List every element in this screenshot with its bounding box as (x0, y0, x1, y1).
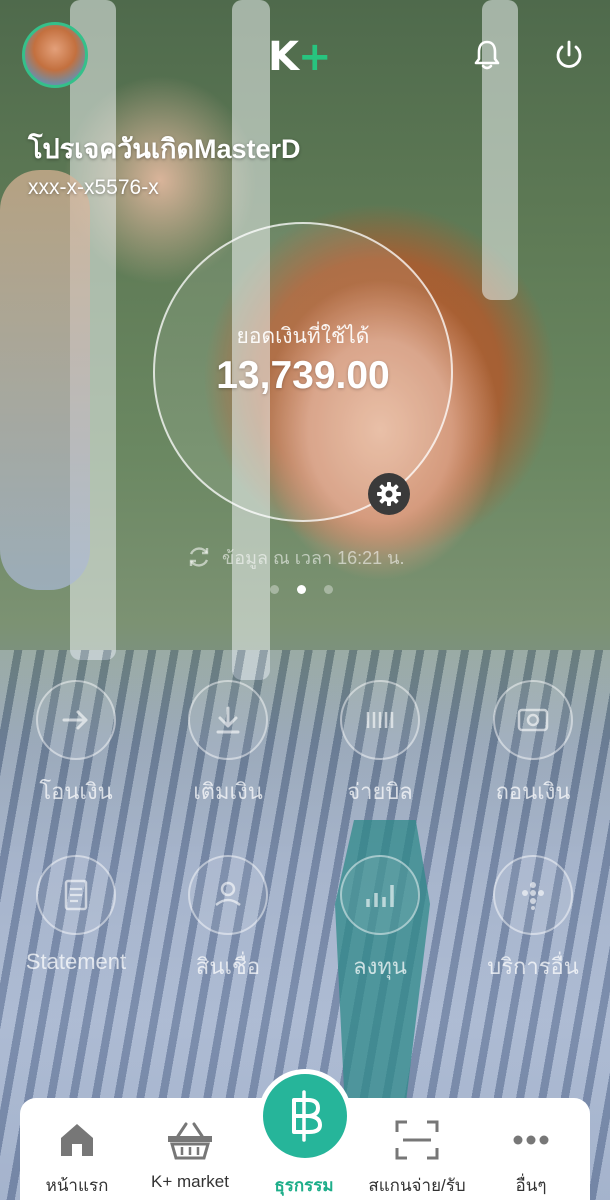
kplus-logo: K+ (268, 34, 332, 80)
background-arm (0, 170, 90, 590)
bell-icon[interactable] (470, 38, 504, 72)
loan-icon (188, 855, 268, 935)
nav-more[interactable]: อื่นๆ (476, 1116, 586, 1199)
refresh-icon (189, 547, 209, 567)
page-dot[interactable] (270, 585, 279, 594)
transactions-button[interactable] (258, 1069, 352, 1163)
menu-loan[interactable]: สินเชื่อ (158, 855, 298, 984)
logo-k: K (268, 34, 299, 80)
logo-plus: + (298, 34, 332, 80)
withdraw-icon (493, 680, 573, 760)
invest-icon (340, 855, 420, 935)
menu-label: ลงทุน (353, 954, 407, 979)
balance-label: ยอดเงินที่ใช้ได้ (236, 325, 370, 348)
menu-label: บริการอื่น (487, 954, 579, 979)
nav-label: หน้าแรก (45, 1176, 109, 1195)
page-dot-active[interactable] (297, 585, 306, 594)
other-services-icon (493, 855, 573, 935)
page-indicator (270, 585, 333, 594)
nav-label: อื่นๆ (515, 1176, 547, 1195)
nav-scan[interactable]: สแกนจ่าย/รับ (362, 1116, 472, 1199)
menu-invest[interactable]: ลงทุน (310, 855, 450, 984)
baht-icon (292, 1090, 322, 1142)
menu-other-services[interactable]: บริการอื่น (463, 855, 603, 984)
topup-icon (188, 680, 268, 760)
menu-label: ถอนเงิน (495, 779, 571, 804)
last-updated-text: ข้อมูล ณ เวลา 16:21 น. (222, 547, 405, 568)
refresh-row[interactable]: ข้อมูล ณ เวลา 16:21 น. (186, 542, 404, 572)
menu-label: สินเชื่อ (195, 954, 261, 979)
menu-statement[interactable]: Statement (6, 855, 146, 975)
menu-transfer[interactable]: โอนเงิน (6, 680, 146, 809)
more-icon (476, 1116, 586, 1164)
nav-home[interactable]: หน้าแรก (22, 1116, 132, 1199)
menu-topup[interactable]: เติมเงิน (158, 680, 298, 809)
nav-kplus-market[interactable]: K+ market (135, 1116, 245, 1192)
menu-label: โอนเงิน (39, 779, 113, 804)
scan-icon (362, 1116, 472, 1164)
balance-amount: 13,739.00 (216, 354, 390, 397)
nav-label: สแกนจ่าย/รับ (368, 1176, 466, 1195)
page-dot[interactable] (324, 585, 333, 594)
avatar[interactable] (22, 22, 88, 88)
pay-bill-icon (340, 680, 420, 760)
statement-icon (36, 855, 116, 935)
home-icon (22, 1116, 132, 1164)
power-icon[interactable] (552, 38, 586, 72)
basket-icon (135, 1116, 245, 1164)
menu-pay-bill[interactable]: จ่ายบิล (310, 680, 450, 809)
menu-label: จ่ายบิล (347, 779, 413, 804)
nav-label-active: ธุรกรรม (274, 1176, 334, 1195)
menu-withdraw[interactable]: ถอนเงิน (463, 680, 603, 809)
menu-label: เติมเงิน (193, 779, 263, 804)
nav-label: K+ market (151, 1172, 229, 1191)
balance-circle[interactable]: ยอดเงินที่ใช้ได้ 13,739.00 (153, 222, 453, 522)
menu-label: Statement (25, 949, 127, 974)
gear-icon (377, 482, 401, 506)
account-name: โปรเจควันเกิดMasterD (28, 134, 301, 164)
account-number: xxx-x-x5576-x (28, 176, 159, 199)
settings-button[interactable] (368, 473, 410, 515)
transfer-icon (36, 680, 116, 760)
